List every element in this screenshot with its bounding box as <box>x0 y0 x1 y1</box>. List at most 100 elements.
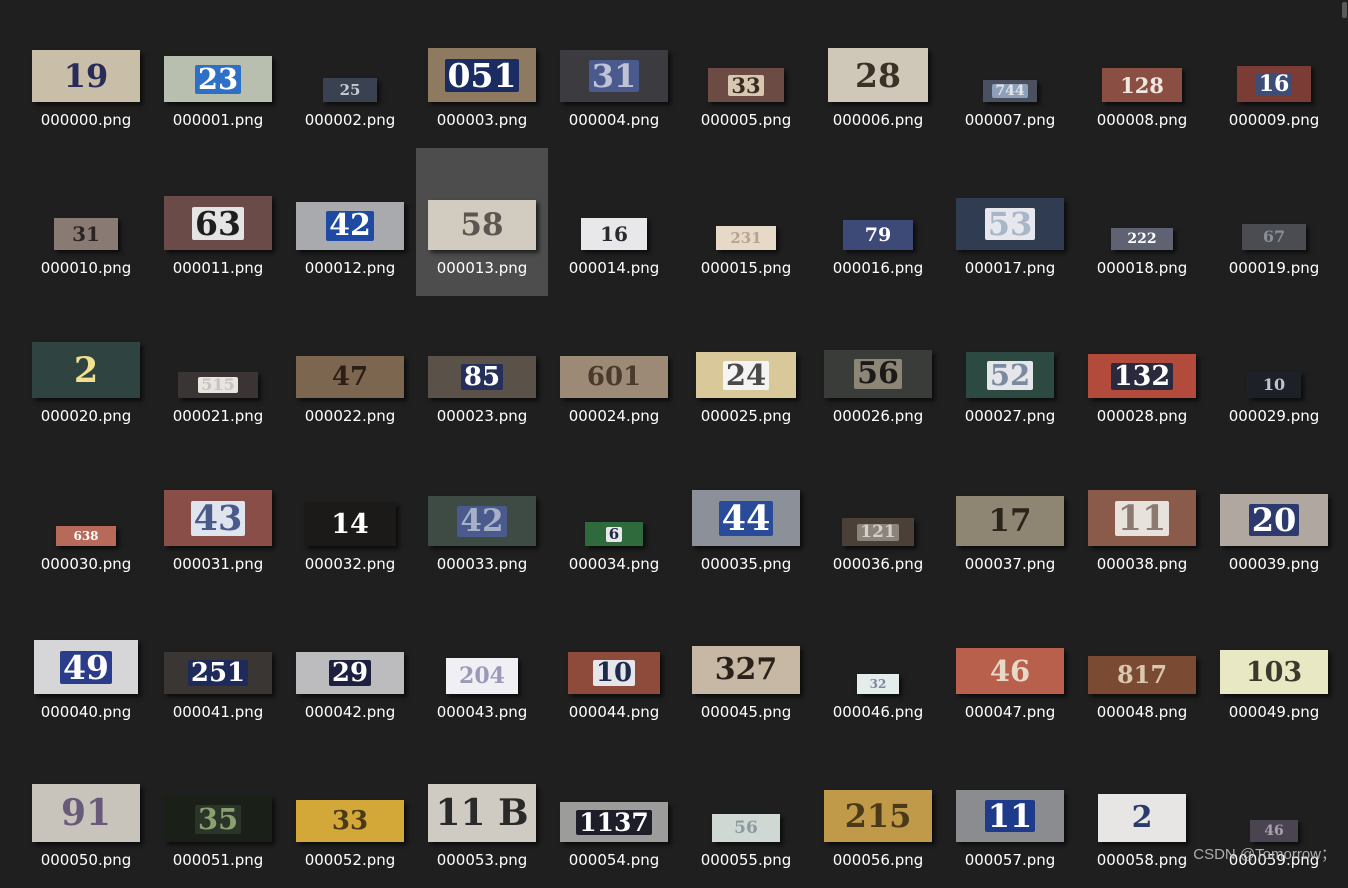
thumbnail-area: 35 <box>152 780 284 842</box>
file-name-label: 000038.png <box>1096 555 1188 573</box>
thumbnail-digits: 52 <box>986 360 1034 390</box>
file-item[interactable]: 222 000018.png <box>1076 148 1208 296</box>
file-item[interactable]: 051 000003.png <box>416 0 548 148</box>
file-item[interactable]: 28 000006.png <box>812 0 944 148</box>
thumbnail-digits: 2 <box>1131 800 1153 835</box>
file-name-label: 000025.png <box>700 407 792 425</box>
image-thumbnail: 24 <box>696 352 796 398</box>
file-item[interactable]: 14 000032.png <box>284 444 416 592</box>
file-name-label: 000001.png <box>172 111 264 129</box>
image-thumbnail: 20 <box>1220 494 1328 546</box>
file-item[interactable]: 31 000010.png <box>20 148 152 296</box>
file-item[interactable]: 42 000012.png <box>284 148 416 296</box>
file-item[interactable]: 58 000013.png <box>416 148 548 296</box>
file-item[interactable]: 231 000015.png <box>680 148 812 296</box>
thumbnail-digits: 49 <box>60 650 112 684</box>
file-item[interactable]: 16 000014.png <box>548 148 680 296</box>
file-item[interactable]: 67 000019.png <box>1208 148 1340 296</box>
file-item[interactable]: 132 000028.png <box>1076 296 1208 444</box>
thumbnail-area: 29 <box>284 632 416 694</box>
file-item[interactable]: 42 000033.png <box>416 444 548 592</box>
file-item[interactable]: 121 000036.png <box>812 444 944 592</box>
file-item[interactable]: 1137 000054.png <box>548 740 680 888</box>
file-item[interactable]: 19 000000.png <box>20 0 152 148</box>
thumbnail-area: 222 <box>1076 188 1208 250</box>
file-item[interactable]: 33 000052.png <box>284 740 416 888</box>
thumbnail-area: 52 <box>944 336 1076 398</box>
file-item[interactable]: 11 000038.png <box>1076 444 1208 592</box>
file-item[interactable]: 33 000005.png <box>680 0 812 148</box>
file-item[interactable]: 44 000035.png <box>680 444 812 592</box>
file-item[interactable]: 53 000017.png <box>944 148 1076 296</box>
file-item[interactable]: 91 000050.png <box>20 740 152 888</box>
scrollbar-thumb[interactable] <box>1342 2 1347 18</box>
thumbnail-digits: 46 <box>1264 823 1284 839</box>
file-item[interactable]: 2 000058.png <box>1076 740 1208 888</box>
file-item[interactable]: 16 000009.png <box>1208 0 1340 148</box>
file-item[interactable]: 11 B 000053.png <box>416 740 548 888</box>
file-item[interactable]: 56 000055.png <box>680 740 812 888</box>
file-item[interactable]: 515 000021.png <box>152 296 284 444</box>
file-item[interactable]: 2 000020.png <box>20 296 152 444</box>
file-name-label: 000026.png <box>832 407 924 425</box>
image-thumbnail: 79 <box>843 220 913 250</box>
image-thumbnail: 35 <box>164 796 272 842</box>
file-item[interactable]: 35 000051.png <box>152 740 284 888</box>
vertical-scrollbar[interactable] <box>1340 0 1348 872</box>
file-item[interactable]: 744 000007.png <box>944 0 1076 148</box>
file-item[interactable]: 128 000008.png <box>1076 0 1208 148</box>
thumbnail-digits: 11 <box>1114 500 1170 536</box>
file-item[interactable]: 32 000046.png <box>812 592 944 740</box>
file-item[interactable]: 24 000025.png <box>680 296 812 444</box>
file-item[interactable]: 56 000026.png <box>812 296 944 444</box>
file-item[interactable]: 103 000049.png <box>1208 592 1340 740</box>
thumbnail-digits: 56 <box>734 817 758 838</box>
thumbnail-area: 58 <box>416 188 548 250</box>
file-item[interactable]: 23 000001.png <box>152 0 284 148</box>
file-item[interactable]: 601 000024.png <box>548 296 680 444</box>
file-item[interactable]: 46 000059.png <box>1208 740 1340 888</box>
thumbnail-digits: 46 <box>989 653 1031 688</box>
file-item[interactable]: 85 000023.png <box>416 296 548 444</box>
file-item[interactable]: 52 000027.png <box>944 296 1076 444</box>
file-name-label: 000058.png <box>1096 851 1188 869</box>
file-item[interactable]: 251 000041.png <box>152 592 284 740</box>
image-thumbnail: 601 <box>560 356 668 398</box>
image-thumbnail: 29 <box>296 652 404 694</box>
file-item[interactable]: 31 000004.png <box>548 0 680 148</box>
file-item[interactable]: 10 000029.png <box>1208 296 1340 444</box>
file-name-label: 000006.png <box>832 111 924 129</box>
file-item[interactable]: 79 000016.png <box>812 148 944 296</box>
file-name-label: 000024.png <box>568 407 660 425</box>
thumbnail-digits: 204 <box>459 663 505 689</box>
file-item[interactable]: 29 000042.png <box>284 592 416 740</box>
thumbnail-digits: 44 <box>718 500 774 536</box>
file-item[interactable]: 11 000057.png <box>944 740 1076 888</box>
image-thumbnail: 19 <box>32 50 140 102</box>
file-item[interactable]: 215 000056.png <box>812 740 944 888</box>
file-name-label: 000027.png <box>964 407 1056 425</box>
file-item[interactable]: 6 000034.png <box>548 444 680 592</box>
file-item[interactable]: 63 000011.png <box>152 148 284 296</box>
file-name-label: 000051.png <box>172 851 264 869</box>
file-item[interactable]: 817 000048.png <box>1076 592 1208 740</box>
thumbnail-area: 53 <box>944 188 1076 250</box>
file-item[interactable]: 20 000039.png <box>1208 444 1340 592</box>
file-item[interactable]: 43 000031.png <box>152 444 284 592</box>
file-item[interactable]: 10 000044.png <box>548 592 680 740</box>
image-thumbnail: 31 <box>54 218 118 250</box>
file-item[interactable]: 49 000040.png <box>20 592 152 740</box>
file-item[interactable]: 327 000045.png <box>680 592 812 740</box>
file-name-label: 000041.png <box>172 703 264 721</box>
file-item[interactable]: 46 000047.png <box>944 592 1076 740</box>
file-item[interactable]: 17 000037.png <box>944 444 1076 592</box>
file-item[interactable]: 204 000043.png <box>416 592 548 740</box>
file-item[interactable]: 47 000022.png <box>284 296 416 444</box>
thumbnail-digits: 128 <box>1120 72 1164 98</box>
thumbnail-area: 601 <box>548 336 680 398</box>
file-item[interactable]: 638 000030.png <box>20 444 152 592</box>
file-item[interactable]: 25 000002.png <box>284 0 416 148</box>
file-name-label: 000036.png <box>832 555 924 573</box>
image-thumbnail: 11 <box>1088 490 1196 546</box>
image-thumbnail: 33 <box>708 68 784 102</box>
